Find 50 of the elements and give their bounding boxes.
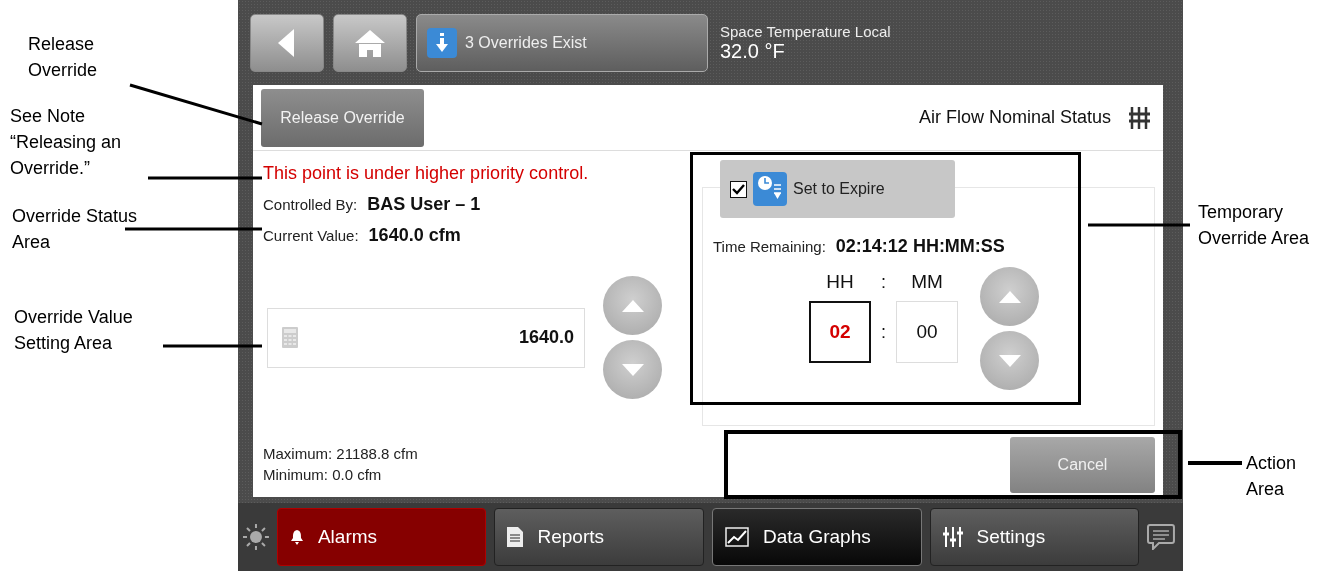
down-triangle-icon (621, 363, 644, 376)
bell-icon (289, 529, 304, 545)
value-field[interactable]: 1640.0 (267, 307, 585, 368)
nav-tab[interactable]: Reports (494, 508, 704, 566)
nav-tab[interactable]: Alarms (276, 508, 487, 566)
status-value: 32.0 °F (720, 39, 785, 63)
up-triangle-icon (621, 299, 644, 312)
current-value-label: Current Value: (263, 227, 359, 244)
clock-icon (753, 172, 787, 206)
time-remaining-label: Time Remaining: (713, 238, 826, 255)
back-button[interactable] (250, 13, 324, 72)
minutes-field[interactable]: 00 (896, 301, 958, 363)
calculator-icon (282, 327, 298, 348)
document-icon (507, 527, 524, 547)
nav-tab[interactable]: Data Graphs (712, 508, 922, 566)
chat-icon (1147, 524, 1175, 550)
callout-label: Action Area (1246, 452, 1297, 501)
time-remaining-value: 02:14:12 HH:MM:SS (835, 236, 1005, 257)
line-chart-icon (725, 527, 749, 547)
controlled-by-label: Controlled By: (263, 196, 358, 213)
set-to-expire-button[interactable]: Set to Expire (720, 160, 955, 218)
hours-label: HH (825, 271, 855, 293)
callout-label: Override Value Setting Area (14, 306, 133, 355)
control-message: This point is under higher priority control. (263, 163, 590, 184)
back-icon (278, 28, 296, 57)
callout-label: See Note “Releasing an Override.” (10, 105, 122, 180)
hours-field[interactable]: 02 (809, 301, 871, 363)
checkbox[interactable] (730, 180, 747, 198)
up-triangle-icon (998, 290, 1021, 303)
callout-label: Override Status Area (12, 205, 138, 254)
minutes-label: MM (910, 271, 944, 293)
home-icon (354, 28, 386, 57)
status-label: Space Temperature Local (720, 22, 891, 40)
separator-text: : (881, 271, 886, 293)
callout-label: Temporary Override Area (1198, 201, 1310, 250)
nav-tab[interactable]: Settings (929, 508, 1140, 566)
limit-text: Maximum: 21188.8 cfm (263, 444, 419, 464)
current-value: 1640.0 cfm (368, 225, 461, 246)
separator-text: : (881, 321, 886, 343)
overrides-button[interactable]: 3 Overrides Exist (416, 13, 708, 72)
release-override-button[interactable]: Release Override (261, 88, 424, 147)
download-icon (427, 27, 457, 58)
leader-line (1188, 461, 1242, 465)
controlled-by-value: BAS User – 1 (367, 194, 481, 215)
down-triangle-icon (998, 354, 1021, 367)
home-button[interactable] (333, 13, 407, 72)
limit-text: Minimum: 0.0 cfm (263, 465, 383, 485)
callout-label: Release Override (28, 33, 98, 82)
brightness-icon (243, 524, 269, 550)
point-title: Air Flow Nominal Status (918, 107, 1111, 128)
